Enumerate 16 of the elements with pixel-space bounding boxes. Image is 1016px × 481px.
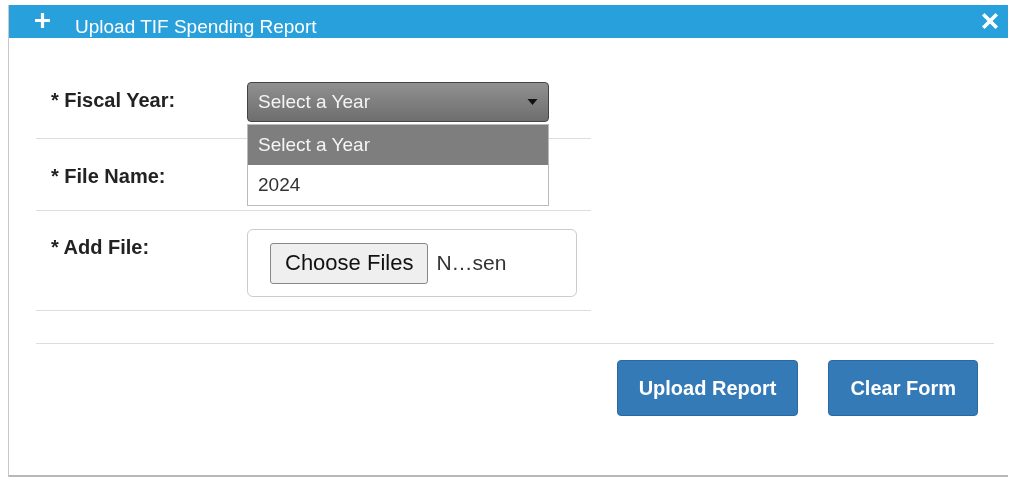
action-button[interactable]: Upload Report	[616, 360, 799, 416]
plus-icon[interactable]	[34, 12, 51, 29]
year-dropdown[interactable]: Select a Year	[247, 82, 549, 122]
caret-icon	[527, 99, 538, 105]
field-label: * Add File:	[50, 235, 151, 260]
field-label: * File Name:	[50, 164, 167, 189]
file-input[interactable]: Choose Files N…sen	[247, 229, 577, 297]
file-status: N…sen	[436, 251, 507, 275]
choose-files-button[interactable]: Choose Files	[270, 242, 429, 284]
close-icon[interactable]	[981, 12, 999, 30]
dropdown-option[interactable]: 2024	[248, 165, 548, 205]
dropdown-option[interactable]: Select a Year	[248, 125, 548, 165]
action-button[interactable]: Clear Form	[828, 360, 978, 416]
field-label: * Fiscal Year:	[50, 88, 177, 113]
dropdown-value: Select a Year	[258, 91, 370, 113]
dialog-title: Upload TIF Spending Report	[75, 16, 317, 38]
